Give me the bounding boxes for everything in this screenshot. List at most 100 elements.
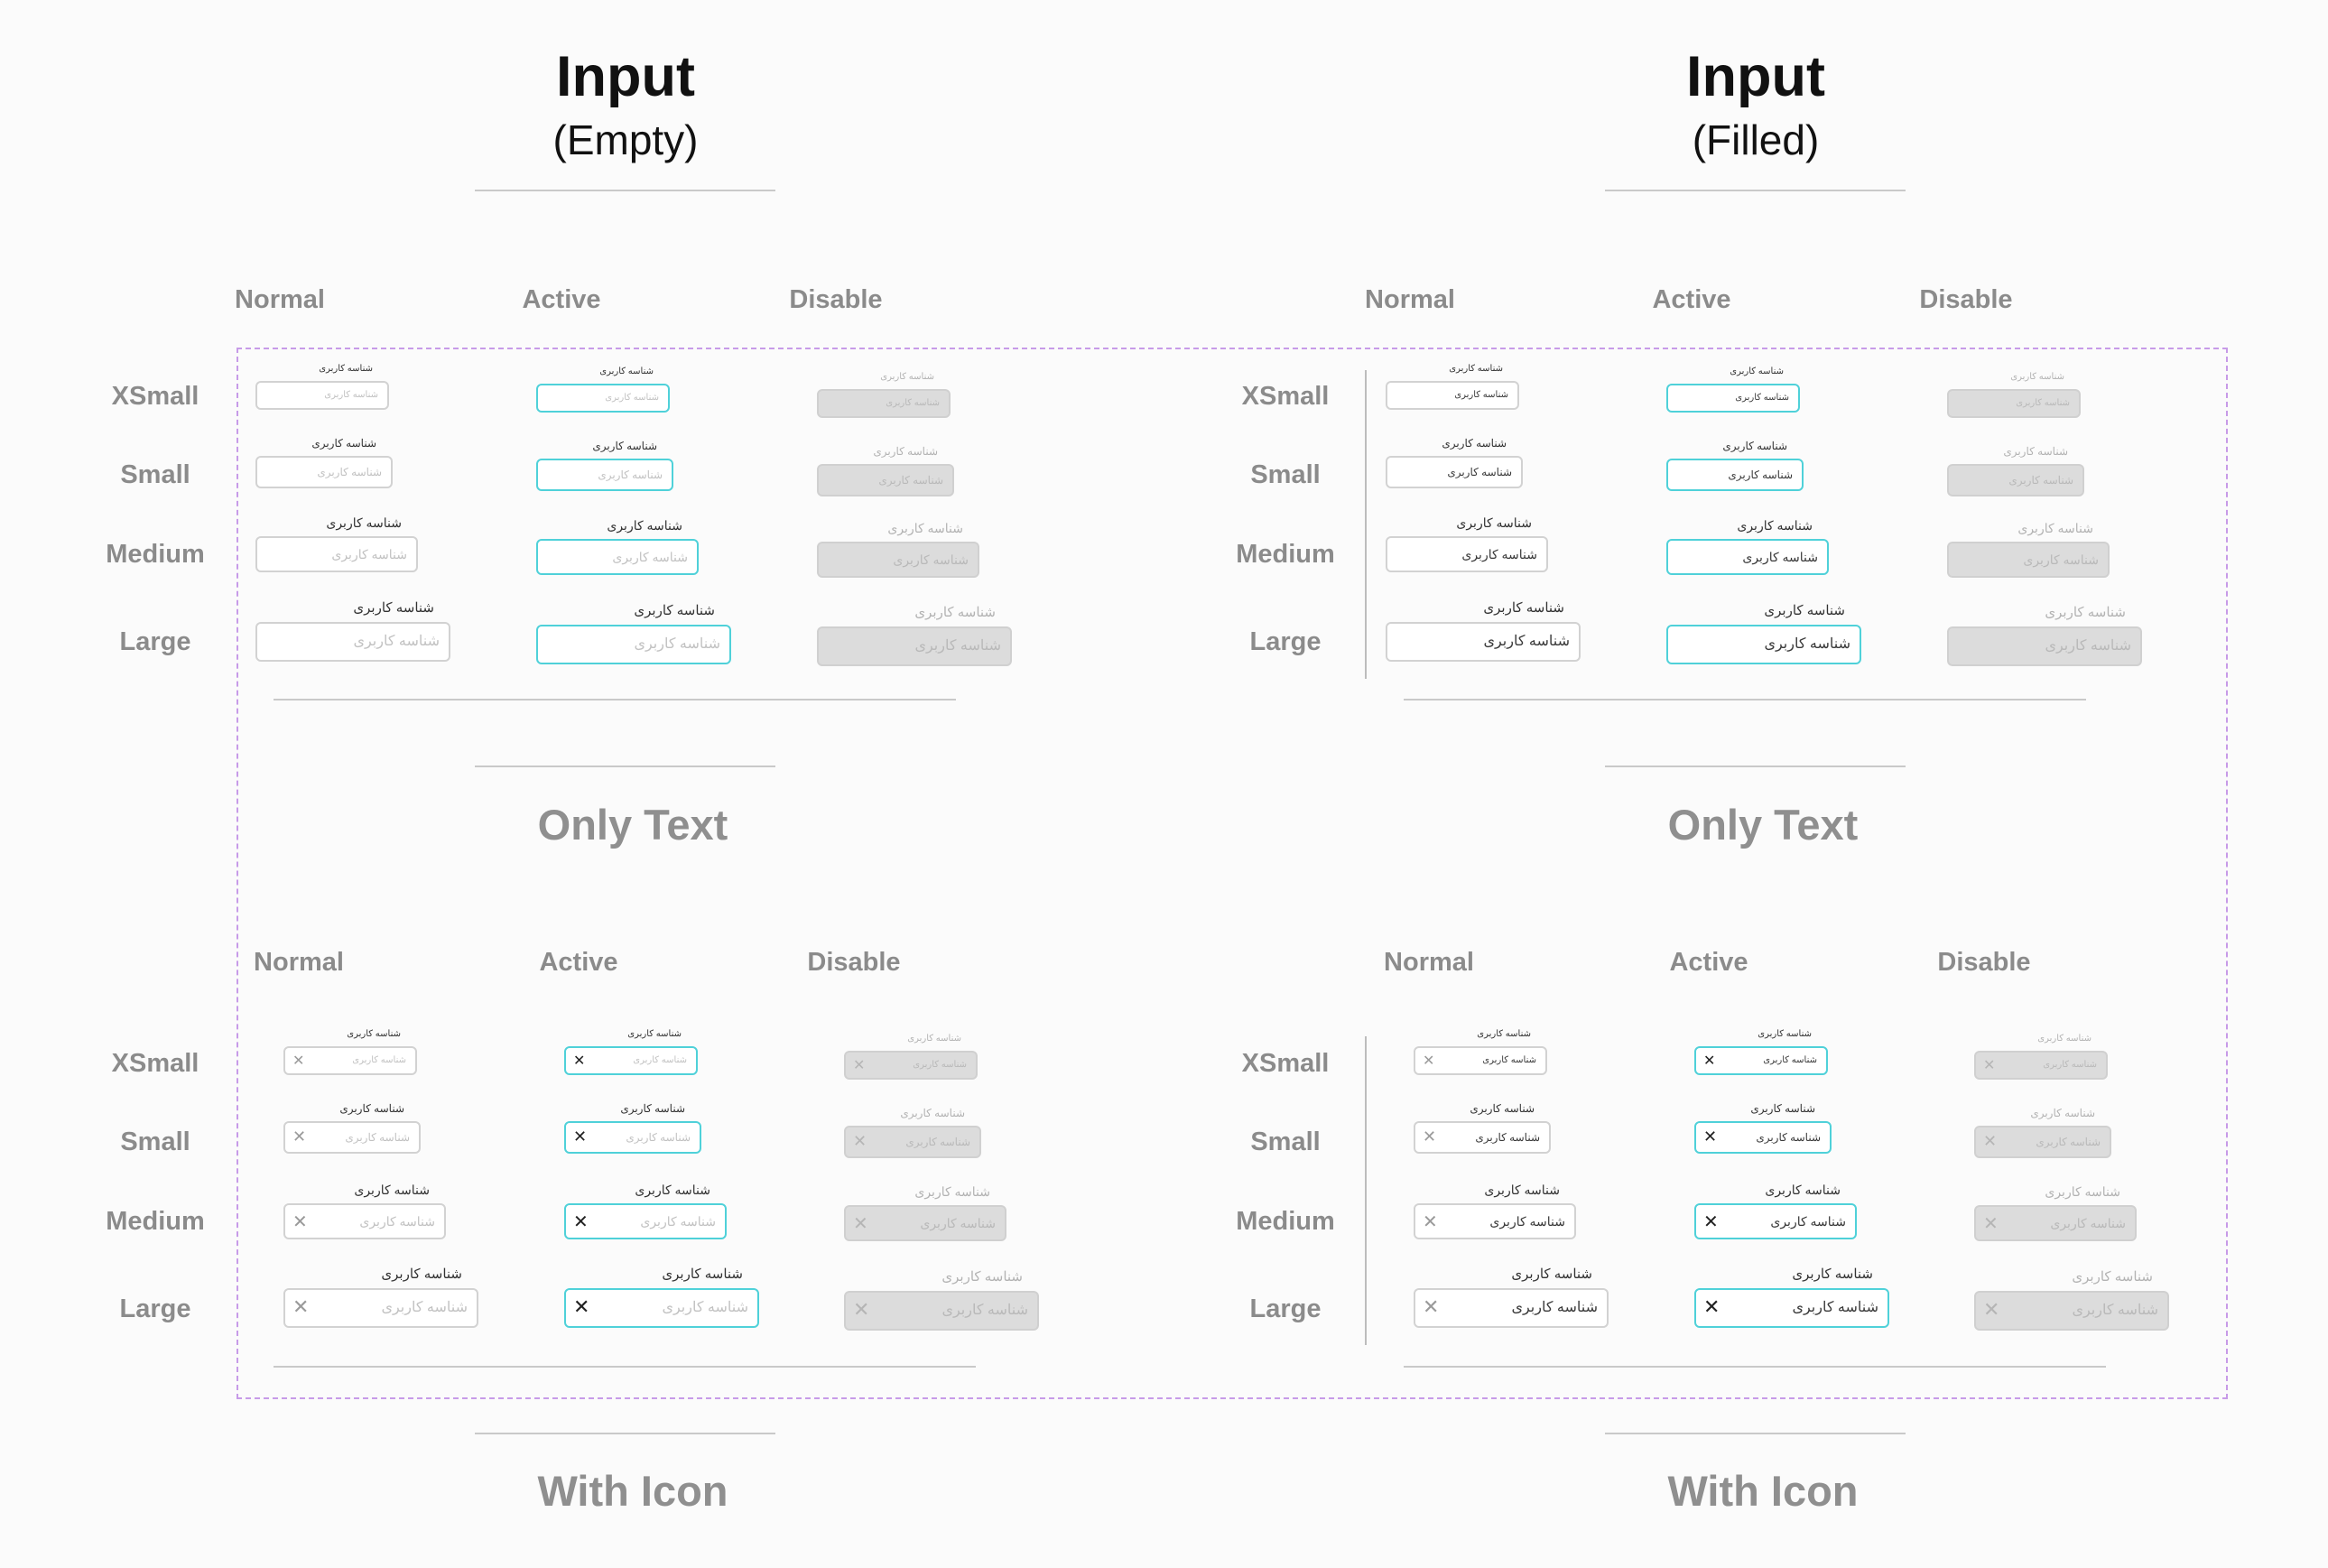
text-input-small-disabled: شناسه کاربری شناسه کاربری [817,446,954,496]
row-label-medium: Medium [1236,540,1335,569]
input-placeholder: شناسه کاربری [905,1136,970,1148]
panel-divider [1365,1036,1367,1345]
field-label: شناسه کاربری [1484,1183,1560,1197]
close-icon[interactable]: ✕ [573,1298,589,1318]
input-value: شناسه کاربری [1482,1055,1536,1065]
text-input-large-active-with-icon[interactable]: شناسه کاربری شناسه کاربری ✕ [564,1267,759,1328]
text-input-large-disabled-with-icon: شناسه کاربری شناسه کاربری ✕ [1974,1270,2169,1331]
text-input-xsmall-disabled-with-icon: شناسه کاربری شناسه کاربری ✕ [844,1035,978,1080]
text-input-xsmall-active-with-icon[interactable]: شناسه کاربری شناسه کاربری ✕ [1694,1030,1828,1075]
close-icon[interactable]: ✕ [1703,1053,1715,1068]
close-icon[interactable]: ✕ [292,1129,306,1146]
text-input-xsmall-active-with-icon[interactable]: شناسه کاربری شناسه کاربری ✕ [564,1030,698,1075]
close-icon[interactable]: ✕ [573,1212,589,1230]
close-icon[interactable]: ✕ [573,1129,587,1146]
field-label: شناسه کاربری [662,1266,743,1282]
text-input-large-active[interactable]: شناسه کاربری شناسه کاربری [1666,604,1861,664]
field-label: شناسه کاربری [907,1034,961,1044]
input-value: شناسه کاربری [2072,1303,2158,1318]
text-input-large-normal[interactable]: شناسه کاربری شناسه کاربری [1386,601,1581,662]
text-input-small-normal-with-icon[interactable]: شناسه کاربری شناسه کاربری ✕ [1414,1103,1551,1154]
text-input-large-disabled: شناسه کاربری شناسه کاربری [1947,606,2142,666]
row-label-small: Small [120,460,190,489]
row-label-large: Large [119,1294,191,1323]
field-label: شناسه کاربری [1764,603,1845,618]
text-input-medium-normal[interactable]: شناسه کاربری شناسه کاربری [1386,516,1548,572]
text-input-small-active-with-icon[interactable]: شناسه کاربری شناسه کاربری ✕ [1694,1103,1832,1154]
text-input-small-disabled-with-icon: شناسه کاربری شناسه کاربری ✕ [1974,1108,2111,1158]
close-icon[interactable]: ✕ [1423,1212,1438,1230]
close-icon[interactable]: ✕ [1703,1212,1719,1230]
text-input-medium-active[interactable]: شناسه کاربری شناسه کاربری [536,519,699,575]
input-placeholder: شناسه کاربری [913,1060,967,1070]
text-input-medium-active[interactable]: شناسه کاربری شناسه کاربری [1666,519,1829,575]
text-input-large-active[interactable]: شناسه کاربری شناسه کاربری [536,604,731,664]
field-label: شناسه کاربری [1449,364,1503,374]
text-input-xsmall-normal[interactable]: شناسه کاربری شناسه کاربری [255,365,389,410]
input-placeholder: شناسه کاربری [662,1300,748,1315]
input-value: شناسه کاربری [1770,1214,1846,1229]
text-input-small-active-with-icon[interactable]: شناسه کاربری شناسه کاربری ✕ [564,1103,701,1154]
close-icon[interactable]: ✕ [1703,1129,1717,1146]
close-icon: ✕ [853,1299,870,1322]
text-input-large-normal-with-icon[interactable]: شناسه کاربری شناسه کاربری ✕ [283,1267,478,1328]
field-label: شناسه کاربری [1792,1266,1873,1282]
input-placeholder: شناسه کاربری [914,638,1001,654]
column-label-active: Active [1669,948,1748,977]
input-placeholder: شناسه کاربری [640,1214,716,1229]
text-input-medium-disabled: شناسه کاربری شناسه کاربری [817,522,979,578]
section-divider [475,765,775,767]
panel-title: Input [1686,45,1825,108]
text-input-medium-normal-with-icon[interactable]: شناسه کاربری شناسه کاربری ✕ [283,1183,446,1239]
text-input-large-normal[interactable]: شناسه کاربری شناسه کاربری [255,601,450,662]
close-icon[interactable]: ✕ [292,1212,308,1230]
close-icon[interactable]: ✕ [1703,1298,1720,1318]
close-icon[interactable]: ✕ [1423,1298,1439,1318]
field-label: شناسه کاربری [1477,1029,1531,1039]
input-placeholder: شناسه کاربری [324,390,378,400]
close-icon[interactable]: ✕ [292,1053,304,1068]
text-input-small-normal[interactable]: شناسه کاربری شناسه کاربری [1386,438,1523,488]
text-input-xsmall-normal-with-icon[interactable]: شناسه کاربری شناسه کاربری ✕ [283,1030,417,1075]
panel-title: Input [556,45,695,108]
text-input-xsmall-normal-with-icon[interactable]: شناسه کاربری شناسه کاربری ✕ [1414,1030,1547,1075]
close-icon[interactable]: ✕ [573,1053,585,1068]
close-icon: ✕ [853,1132,867,1151]
input-value: شناسه کاربری [1763,1055,1817,1065]
field-label: شناسه کاربری [599,366,654,376]
text-input-xsmall-active[interactable]: شناسه کاربری شناسه کاربری [1666,367,1800,413]
text-input-xsmall-normal[interactable]: شناسه کاربری شناسه کاربری [1386,365,1519,410]
text-input-large-active-with-icon[interactable]: شناسه کاربری شناسه کاربری ✕ [1694,1267,1889,1328]
close-icon[interactable]: ✕ [292,1298,309,1318]
close-icon[interactable]: ✕ [1423,1053,1434,1068]
input-value: شناسه کاربری [1756,1131,1821,1144]
close-icon: ✕ [1983,1212,1999,1234]
text-input-xsmall-active[interactable]: شناسه کاربری شناسه کاربری [536,367,670,413]
field-label: شناسه کاربری [339,1102,404,1115]
text-input-large-disabled: شناسه کاربری شناسه کاربری [817,606,1012,666]
section-label-with_icon: With Icon [537,1467,728,1515]
text-input-medium-active-with-icon[interactable]: شناسه کاربری شناسه کاربری ✕ [1694,1183,1857,1239]
input-value: شناسه کاربری [1454,390,1508,400]
text-input-medium-disabled-with-icon: شناسه کاربری شناسه کاربری ✕ [1974,1185,2137,1241]
text-input-small-normal[interactable]: شناسه کاربری شناسه کاربری [255,438,393,488]
input-value: شناسه کاربری [1764,636,1850,652]
field-label: شناسه کاربری [2072,1269,2153,1285]
column-label-disabled: Disable [807,948,901,977]
text-input-medium-normal-with-icon[interactable]: شناسه کاربری شناسه کاربری ✕ [1414,1183,1576,1239]
field-label: شناسه کاربری [607,518,682,533]
text-input-large-normal-with-icon[interactable]: شناسه کاربری شناسه کاربری ✕ [1414,1267,1609,1328]
close-icon[interactable]: ✕ [1423,1129,1436,1146]
text-input-medium-active-with-icon[interactable]: شناسه کاربری شناسه کاربری ✕ [564,1183,727,1239]
text-input-small-active[interactable]: شناسه کاربری شناسه کاربری [536,441,673,491]
text-input-small-disabled: شناسه کاربری شناسه کاربری [1947,446,2084,496]
panel-divider [1365,370,1367,679]
text-input-small-normal-with-icon[interactable]: شناسه کاربری شناسه کاربری ✕ [283,1103,421,1154]
row-label-xsmall: XSmall [111,1049,199,1078]
field-label: شناسه کاربری [319,364,373,374]
text-input-small-active[interactable]: شناسه کاربری شناسه کاربری [1666,441,1804,491]
text-input-medium-normal[interactable]: شناسه کاربری شناسه کاربری [255,516,418,572]
text-input-xsmall-disabled: شناسه کاربری شناسه کاربری [1947,373,2081,418]
field-label: شناسه کاربری [873,445,938,458]
field-label: شناسه کاربری [2045,1184,2120,1199]
